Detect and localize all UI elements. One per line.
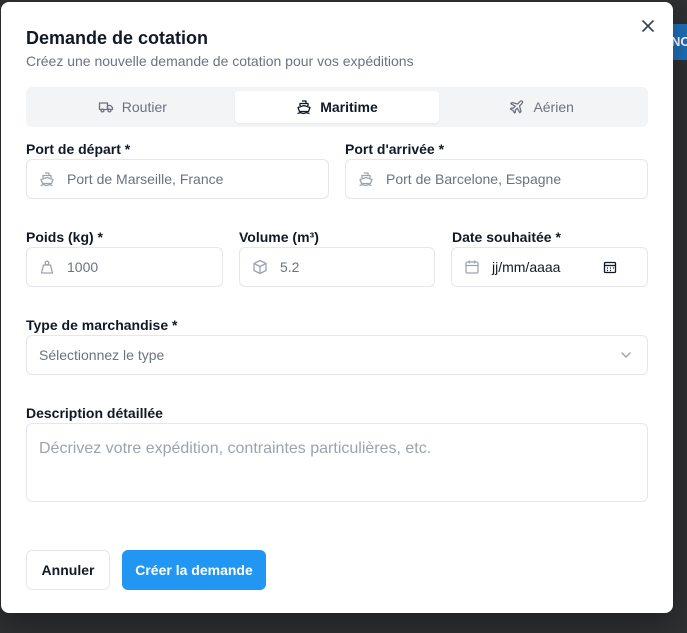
tab-label: Aérien xyxy=(533,99,574,115)
date-label: Date souhaitée * xyxy=(452,229,561,245)
ship-icon xyxy=(297,100,311,115)
volume-label: Volume (m³) xyxy=(239,229,319,245)
chevron-down-icon xyxy=(621,352,631,358)
volume-input[interactable]: 5.2 xyxy=(239,247,435,287)
close-button[interactable] xyxy=(639,17,657,35)
plane-icon xyxy=(510,100,524,114)
arrival-port-placeholder: Port de Barcelone, Espagne xyxy=(386,171,562,187)
cancel-button[interactable]: Annuler xyxy=(26,550,110,590)
volume-placeholder: 5.2 xyxy=(280,259,300,275)
weight-placeholder: 1000 xyxy=(67,259,99,275)
weight-label: Poids (kg) * xyxy=(26,229,104,245)
truck-icon xyxy=(98,102,113,113)
box-icon xyxy=(253,259,267,275)
arrival-port-input[interactable]: Port de Barcelone, Espagne xyxy=(345,159,648,199)
goods-type-select[interactable]: Sélectionnez le type xyxy=(26,335,648,375)
date-placeholder: jj/mm/aaaa xyxy=(492,259,561,275)
tab-label: Maritime xyxy=(320,99,378,115)
close-icon xyxy=(642,20,654,32)
departure-port-placeholder: Port de Marseille, France xyxy=(67,171,224,187)
arrival-port-label: Port d'arrivée * xyxy=(345,141,445,157)
tab-routier[interactable]: Routier xyxy=(30,91,235,123)
tab-maritime[interactable]: Maritime xyxy=(234,91,440,123)
weight-input[interactable]: 1000 xyxy=(26,247,223,287)
departure-port-input[interactable]: Port de Marseille, France xyxy=(26,159,329,199)
tab-label: Routier xyxy=(121,99,167,115)
date-input[interactable]: jj/mm/aaaa xyxy=(451,247,648,287)
ship-icon xyxy=(40,172,54,187)
calendar-picker-icon[interactable] xyxy=(603,260,617,274)
goods-type-label: Type de marchandise * xyxy=(26,317,178,333)
goods-type-value: Sélectionnez le type xyxy=(39,347,165,363)
weight-icon xyxy=(40,260,54,274)
transport-mode-tabs: Routier Maritime Aérien xyxy=(26,87,648,127)
departure-port-label: Port de départ * xyxy=(26,141,131,157)
calendar-icon xyxy=(465,260,479,274)
dialog-title: Demande de cotation xyxy=(26,28,209,48)
tab-aerien[interactable]: Aérien xyxy=(439,91,644,123)
description-textarea[interactable]: Décrivez votre expédition, contraintes p… xyxy=(26,423,648,502)
description-label: Description détaillée xyxy=(26,405,163,421)
quote-request-dialog: Demande de cotation Créez une nouvelle d… xyxy=(1,2,673,613)
dialog-subtitle: Créez une nouvelle demande de cotation p… xyxy=(26,53,414,69)
create-request-button[interactable]: Créer la demande xyxy=(122,550,266,590)
ship-icon xyxy=(359,172,373,187)
